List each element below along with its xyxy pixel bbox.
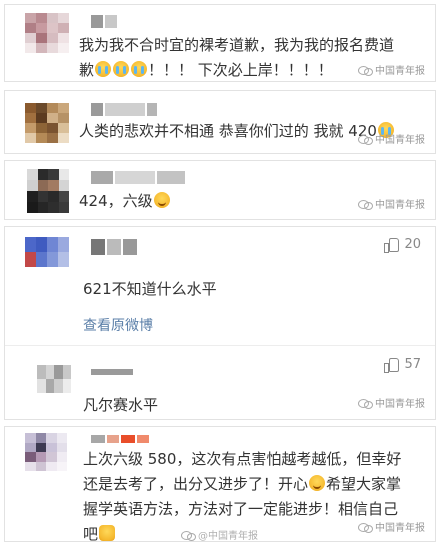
comment-text: 621不知道什么水平 [83,280,217,298]
like-counter[interactable]: 20 [384,237,421,253]
avatar[interactable] [25,103,69,143]
view-original-weibo-link[interactable]: 查看原微博 [83,315,153,335]
reply-text: 凡尔赛水平 [83,396,159,414]
weibo-watermark-icon [358,398,373,409]
like-counter[interactable]: 57 [384,357,421,373]
center-weibo-watermark: @中国青年报 [181,527,258,542]
comment-card-3: 424，六级 中国青年报 [4,160,436,220]
weibo-watermark: 中国青年报 [358,62,425,77]
avatar[interactable] [27,169,69,213]
weibo-watermark: 中国青年报 [358,519,425,534]
smile-emoji-icon [153,192,170,208]
crying-emoji-icon [95,61,112,77]
crying-emoji-icon [113,61,130,77]
comment-card-6: 上次六级 580，这次有点害怕越考越低，但幸好 还是去考了，出分又进步了！开心希… [4,426,436,543]
smile-emoji-icon [309,475,326,491]
username-blurred[interactable] [91,171,185,184]
weibo-watermark-icon [181,530,196,541]
username-blurred[interactable] [91,103,157,116]
weibo-watermark-icon [358,65,373,76]
weibo-watermark: 中国青年报 [358,196,425,211]
weibo-watermark-icon [358,199,373,210]
comment-card-4: 20 621不知道什么水平 查看原微博 57 凡尔赛水平 中国青年报 [4,226,436,420]
avatar[interactable] [25,13,69,53]
reply-divider [5,345,435,346]
weibo-watermark-icon [358,134,373,145]
flexed-biceps-emoji-icon [99,525,116,541]
avatar[interactable] [25,237,69,267]
username-blurred[interactable] [91,435,149,443]
comment-text: 424，六级 [79,189,171,214]
username-blurred[interactable] [91,239,137,255]
comment-card-1: 我为我不合时宜的裸考道歉，我为我的报名费道 歉！！！ 下次必上岸！！！！ 中国青… [4,4,436,82]
thumbs-up-icon[interactable] [384,357,400,373]
avatar[interactable] [37,365,71,393]
thumbs-up-icon[interactable] [384,237,400,253]
username-blurred[interactable] [91,15,117,28]
weibo-watermark: 中国青年报 [358,395,425,410]
avatar[interactable] [25,433,67,471]
comment-text: 人类的悲欢并不相通 恭喜你们过的 我就 420 [79,119,395,144]
comment-card-2: 人类的悲欢并不相通 恭喜你们过的 我就 420 中国青年报 [4,90,436,154]
crying-emoji-icon [131,61,148,77]
weibo-watermark-icon [358,522,373,533]
username-blurred[interactable] [91,369,133,375]
weibo-watermark: 中国青年报 [358,131,425,146]
comment-text: 我为我不合时宜的裸考道歉，我为我的报名费道 歉！！！ 下次必上岸！！！！ [79,36,395,79]
